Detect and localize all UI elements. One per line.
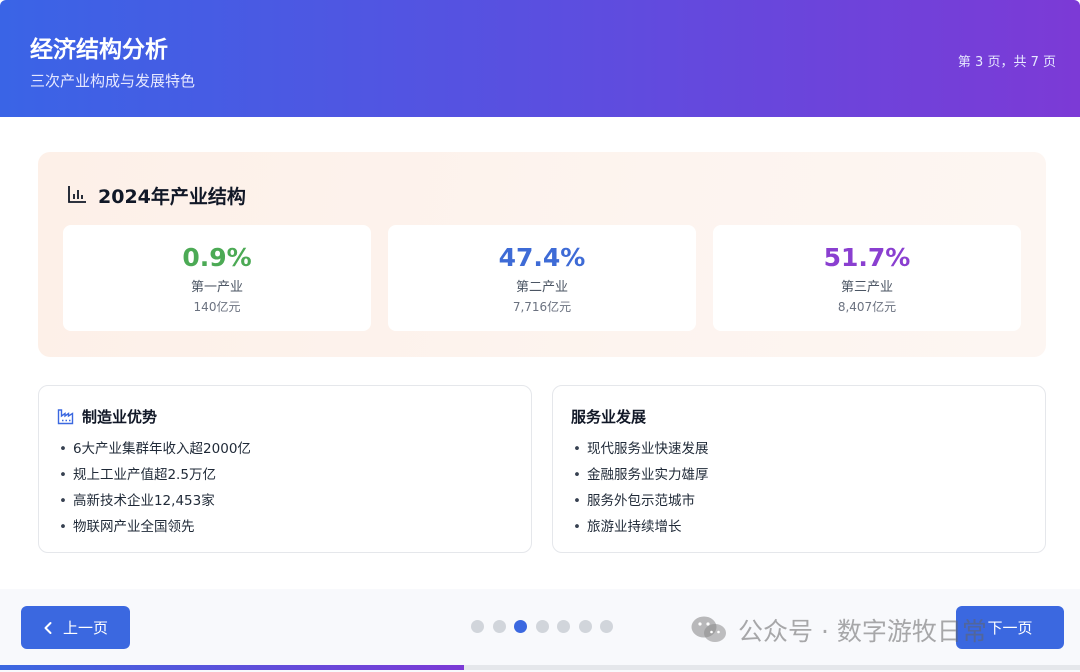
list-item: 金融服务业实力雄厚 [573,464,709,490]
list-item: 物联网产业全国领先 [59,516,251,542]
stat-secondary-industry: 47.4% 第二产业 7,716亿元 [388,225,696,331]
factory-icon [57,408,74,425]
manufacturing-list: 6大产业集群年收入超2000亿 规上工业产值超2.5万亿 高新技术企业12,45… [59,438,251,542]
stat-percent: 51.7% [823,243,911,272]
list-item: 服务外包示范城市 [573,490,708,516]
stat-value: 140亿元 [193,300,241,314]
stat-value: 8,407亿元 [837,300,897,314]
page-dot-1[interactable] [471,620,484,633]
next-page-label: 下一页 [987,619,1033,637]
list-item: 高新技术企业12,453家 [59,490,251,516]
stat-tertiary-industry: 51.7% 第三产业 8,407亿元 [713,225,1021,331]
list-item: 现代服务业快速发展 [573,438,709,464]
stat-percent: 0.9% [182,243,252,272]
stat-primary-industry: 0.9% 第一产业 140亿元 [63,225,371,331]
manufacturing-title: 制造业优势 [82,408,158,426]
prev-page-label: 上一页 [62,619,108,637]
page-dots [471,620,622,633]
page-dot-4[interactable] [535,620,549,633]
list-item: 6大产业集群年收入超2000亿 [59,438,251,464]
manufacturing-panel: 制造业优势 6大产业集群年收入超2000亿 规上工业产值超2.5万亿 高新技术企… [38,385,532,553]
stat-value: 7,716亿元 [512,300,572,314]
services-list: 现代服务业快速发展 金融服务业实力雄厚 服务外包示范城市 旅游业持续增长 [573,438,709,542]
wechat-icon [690,614,728,646]
page-indicator: 第 3 页，共 7 页 [957,55,1056,70]
structure-title: 2024年产业结构 [98,186,246,208]
services-title: 服务业发展 [571,408,647,426]
page-dot-5[interactable] [557,620,570,633]
page-dot-3[interactable] [514,620,527,633]
watermark-text: 公众号 · 数字游牧日常 [738,617,987,646]
stat-label: 第二产业 [515,280,568,295]
page-dot-2[interactable] [492,620,506,633]
list-item: 旅游业持续增长 [573,516,708,542]
page-dot-6[interactable] [578,620,592,633]
watermark: 公众号 · 数字游牧日常 [690,612,987,648]
header: 经济结构分析 三次产业构成与发展特色 第 3 页，共 7 页 [0,0,1080,117]
stat-label: 第一产业 [190,280,243,295]
progress-track [0,665,1080,670]
progress-fill [0,665,465,670]
page-title: 经济结构分析 [30,37,168,63]
bar-chart-icon [66,183,88,209]
chevron-left-icon [43,621,53,635]
prev-page-button[interactable]: 上一页 [21,606,130,649]
page-dot-7[interactable] [600,620,613,633]
stat-label: 第三产业 [840,280,893,295]
list-item: 规上工业产值超2.5万亿 [59,464,251,490]
page-subtitle: 三次产业构成与发展特色 [30,72,196,90]
stat-percent: 47.4% [498,243,586,272]
industry-structure-card: 2024年产业结构 0.9% 第一产业 140亿元 47.4% 第二产业 7,7… [38,152,1046,357]
services-panel: 服务业发展 现代服务业快速发展 金融服务业实力雄厚 服务外包示范城市 旅游业持续… [552,385,1046,553]
